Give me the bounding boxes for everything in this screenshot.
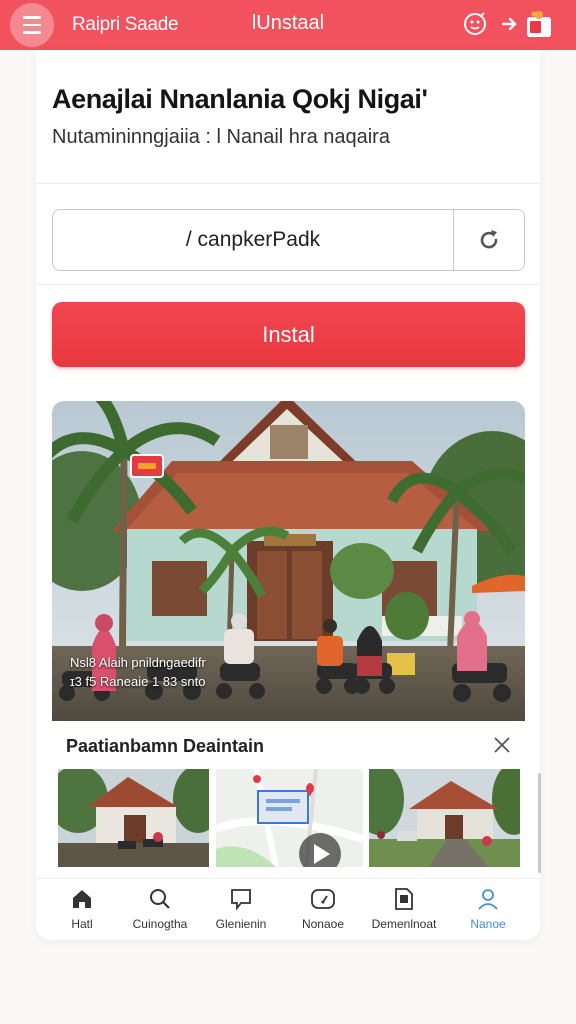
gallery-thumbnail-house[interactable] — [58, 769, 209, 867]
search-icon — [150, 889, 170, 909]
gallery-thumbnail-map[interactable] — [216, 769, 367, 867]
share-arrow-icon[interactable] — [494, 9, 524, 39]
chat-icon — [231, 889, 251, 911]
divider — [36, 183, 540, 184]
code-input[interactable] — [52, 209, 454, 271]
assistant-icon[interactable] — [460, 9, 490, 39]
refresh-button[interactable] — [454, 209, 525, 271]
hero-photo[interactable]: Nsl8 Alaih pnildngaedifr ɪ3 f5 Raneaie 1… — [52, 401, 525, 721]
nav-item-search[interactable]: Cuinogtha — [118, 885, 202, 937]
gauge-icon — [311, 889, 335, 909]
gallery-scrollbar[interactable] — [538, 773, 541, 873]
home-icon — [73, 890, 91, 908]
close-button[interactable] — [490, 733, 514, 757]
nav-item-document[interactable]: Demenlnoat — [362, 885, 446, 937]
bottom-navigation: Hatl Cuinogtha Glenienin Nonaoe Demenlno… — [36, 878, 540, 940]
gallery-title: Paatianbamn Deaintain — [66, 736, 265, 756]
profile-icon — [478, 889, 498, 910]
divider — [36, 284, 540, 285]
page-subheading: Nutamininngjaiia : l Nanail hra naqaira — [52, 126, 390, 148]
document-icon — [395, 888, 413, 910]
refresh-icon — [480, 230, 498, 249]
gift-icon[interactable] — [524, 9, 554, 39]
close-icon — [494, 737, 510, 753]
hero-caption: Nsl8 Alaih pnildngaedifr ɪ3 f5 Raneaie 1… — [70, 655, 206, 689]
gallery-thumbnail-street[interactable] — [369, 769, 520, 867]
nav-item-home[interactable]: Hatl — [40, 885, 124, 937]
install-button[interactable]: Instal — [52, 302, 525, 367]
nav-item-gauge[interactable]: Nonaoe — [281, 885, 365, 937]
nav-item-profile[interactable]: Nanoe — [446, 885, 530, 937]
top-app-bar: Raipri Saade lUnstaal — [0, 0, 576, 50]
page-headline: Aenajlai Nnanlania Qokj Nigai' — [52, 84, 428, 114]
nav-item-chat[interactable]: Glenienin — [199, 885, 283, 937]
